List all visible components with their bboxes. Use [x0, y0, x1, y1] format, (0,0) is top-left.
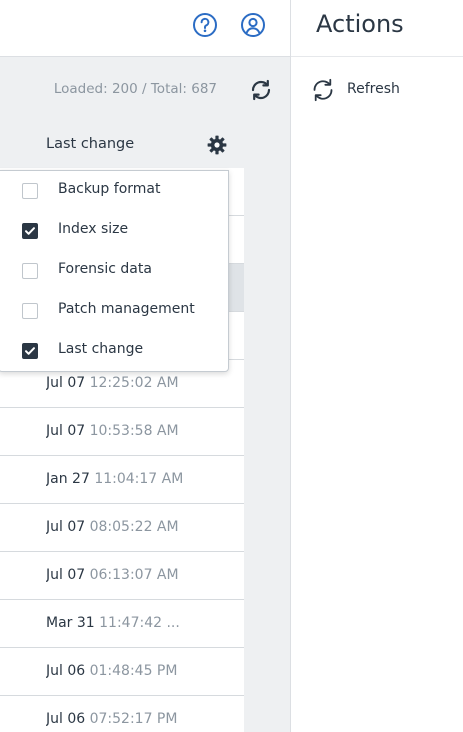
row-time: 06:13:07 AM [89, 567, 179, 583]
table-row[interactable]: Jul 07 10:53:58 AM [0, 408, 244, 456]
help-icon[interactable] [192, 12, 218, 38]
refresh-button[interactable]: Refresh [309, 75, 449, 105]
column-option-label: Index size [58, 221, 129, 237]
checkbox-unchecked[interactable] [22, 263, 38, 279]
actions-header: Actions [291, 0, 463, 57]
gear-icon[interactable] [207, 135, 227, 155]
row-time: 11:04:17 AM [94, 471, 184, 487]
row-time: 08:05:22 AM [89, 519, 179, 535]
loaded-count: Loaded: 200 / Total: 687 [53, 81, 217, 97]
table-row[interactable]: Mar 31 11:47:42 ... [0, 600, 244, 648]
row-date: Jan 27 [46, 471, 90, 487]
row-date: Jul 06 [46, 711, 86, 727]
column-header-label[interactable]: Last change [46, 136, 134, 152]
table-row[interactable]: Jul 06 01:48:45 PM [0, 648, 244, 696]
column-option-patch-management[interactable]: Patch management [0, 291, 228, 331]
column-option-forensic-data[interactable]: Forensic data [0, 251, 228, 291]
column-option-label: Forensic data [58, 261, 152, 277]
column-option-index-size[interactable]: Index size [0, 211, 228, 251]
actions-panel: Actions Refresh [290, 0, 463, 732]
column-chooser-menu: Backup format Index size Forensic data P… [0, 170, 229, 372]
refresh-icon [313, 78, 333, 102]
actions-title: Actions [316, 10, 404, 38]
row-time: 12:25:02 AM [89, 375, 179, 391]
checkbox-unchecked[interactable] [22, 183, 38, 199]
table-row[interactable]: Jan 27 11:04:17 AM [0, 456, 244, 504]
table-row[interactable]: Jul 07 06:13:07 AM [0, 552, 244, 600]
checkbox-unchecked[interactable] [22, 303, 38, 319]
table-row[interactable]: Jul 07 08:05:22 AM [0, 504, 244, 552]
sync-icon[interactable] [248, 77, 274, 103]
row-time: 01:48:45 PM [89, 663, 178, 679]
row-date: Jul 07 [46, 567, 86, 583]
row-date: Mar 31 [46, 615, 95, 631]
column-option-label: Last change [58, 341, 144, 357]
row-time: 07:52:17 PM [89, 711, 178, 727]
row-date: Jul 06 [46, 663, 86, 679]
column-option-backup-format[interactable]: Backup format [0, 171, 228, 211]
row-date: Jul 07 [46, 375, 86, 391]
checkbox-checked[interactable] [22, 223, 38, 239]
table-row[interactable]: Jul 06 07:52:17 PM [0, 696, 244, 732]
column-option-label: Backup format [58, 181, 161, 197]
column-option-last-change[interactable]: Last change [0, 331, 228, 371]
refresh-label: Refresh [347, 81, 400, 97]
row-time: 10:53:58 AM [89, 423, 179, 439]
row-date: Jul 07 [46, 519, 86, 535]
list-pane: Loaded: 200 / Total: 687 Last change Jul… [0, 0, 290, 732]
account-icon[interactable] [240, 12, 266, 38]
row-time: 11:47:42 ... [99, 615, 180, 631]
row-date: Jul 07 [46, 423, 86, 439]
column-option-label: Patch management [58, 301, 195, 317]
top-toolbar [0, 0, 290, 57]
checkbox-checked[interactable] [22, 343, 38, 359]
